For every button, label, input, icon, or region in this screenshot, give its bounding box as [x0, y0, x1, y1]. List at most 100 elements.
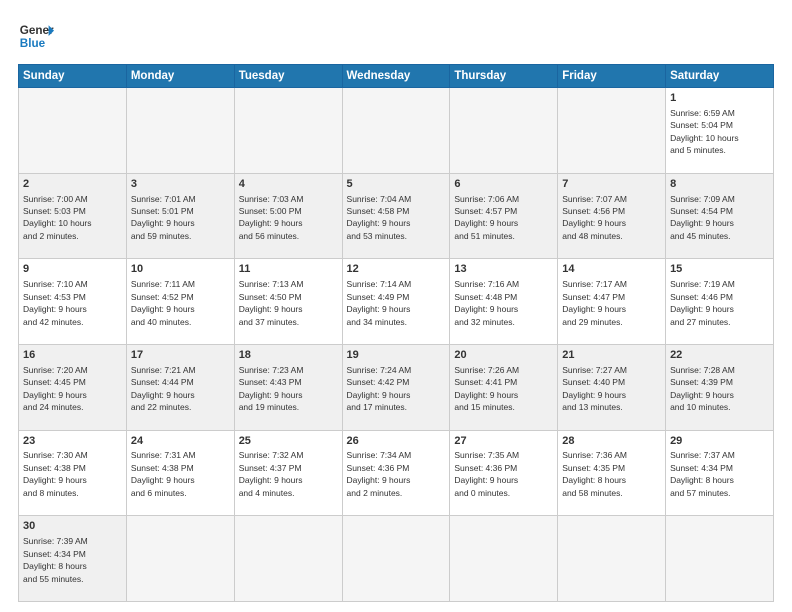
calendar-cell	[666, 516, 774, 602]
day-number: 25	[239, 434, 338, 449]
weekday-header-wednesday: Wednesday	[342, 65, 450, 88]
calendar-cell: 12 Sunrise: 7:14 AM Sunset: 4:49 PM Dayli…	[342, 259, 450, 345]
calendar-week-row: 2 Sunrise: 7:00 AM Sunset: 5:03 PM Daylig…	[19, 173, 774, 259]
page-header: General Blue	[18, 18, 774, 54]
day-number: 18	[239, 348, 338, 363]
day-number: 28	[562, 434, 661, 449]
calendar-cell: 20 Sunrise: 7:26 AM Sunset: 4:41 PM Dayli…	[450, 344, 558, 430]
day-number: 16	[23, 348, 122, 363]
day-info: Sunrise: 7:07 AM Sunset: 4:56 PM Dayligh…	[562, 194, 627, 241]
weekday-header-sunday: Sunday	[19, 65, 127, 88]
day-number: 4	[239, 177, 338, 192]
day-info: Sunrise: 7:30 AM Sunset: 4:38 PM Dayligh…	[23, 450, 88, 497]
day-number: 12	[347, 262, 446, 277]
calendar-cell: 2 Sunrise: 7:00 AM Sunset: 5:03 PM Daylig…	[19, 173, 127, 259]
calendar-cell: 9 Sunrise: 7:10 AM Sunset: 4:53 PM Daylig…	[19, 259, 127, 345]
calendar-cell	[450, 88, 558, 174]
day-number: 3	[131, 177, 230, 192]
day-info: Sunrise: 7:03 AM Sunset: 5:00 PM Dayligh…	[239, 194, 304, 241]
day-number: 1	[670, 91, 769, 106]
day-number: 22	[670, 348, 769, 363]
calendar-cell: 25Sunrise: 7:32 AM Sunset: 4:37 PM Dayli…	[234, 430, 342, 516]
day-info: Sunrise: 7:36 AM Sunset: 4:35 PM Dayligh…	[562, 450, 627, 497]
day-info: Sunrise: 7:23 AM Sunset: 4:43 PM Dayligh…	[239, 365, 304, 412]
calendar-cell: 29Sunrise: 7:37 AM Sunset: 4:34 PM Dayli…	[666, 430, 774, 516]
calendar-cell	[450, 516, 558, 602]
day-number: 9	[23, 262, 122, 277]
svg-text:Blue: Blue	[20, 37, 46, 50]
calendar-week-row: 16 Sunrise: 7:20 AM Sunset: 4:45 PM Dayli…	[19, 344, 774, 430]
day-number: 26	[347, 434, 446, 449]
calendar-cell	[558, 88, 666, 174]
day-info: Sunrise: 7:21 AM Sunset: 4:44 PM Dayligh…	[131, 365, 196, 412]
day-info: Sunrise: 7:00 AM Sunset: 5:03 PM Dayligh…	[23, 194, 92, 241]
day-info: Sunrise: 7:32 AM Sunset: 4:37 PM Dayligh…	[239, 450, 304, 497]
calendar-cell: 17Sunrise: 7:21 AM Sunset: 4:44 PM Dayli…	[126, 344, 234, 430]
calendar-cell: 18 Sunrise: 7:23 AM Sunset: 4:43 PM Dayli…	[234, 344, 342, 430]
weekday-header-thursday: Thursday	[450, 65, 558, 88]
weekday-header-saturday: Saturday	[666, 65, 774, 88]
calendar-cell: 30 Sunrise: 7:39 AM Sunset: 4:34 PM Dayli…	[19, 516, 127, 602]
day-number: 5	[347, 177, 446, 192]
day-info: Sunrise: 7:31 AM Sunset: 4:38 PM Dayligh…	[131, 450, 196, 497]
day-info: Sunrise: 7:10 AM Sunset: 4:53 PM Dayligh…	[23, 279, 88, 326]
calendar-week-row: 1 Sunrise: 6:59 AM Sunset: 5:04 PM Daylig…	[19, 88, 774, 174]
calendar-cell: 14Sunrise: 7:17 AM Sunset: 4:47 PM Dayli…	[558, 259, 666, 345]
weekday-header-tuesday: Tuesday	[234, 65, 342, 88]
calendar-cell: 21 Sunrise: 7:27 AM Sunset: 4:40 PM Dayli…	[558, 344, 666, 430]
day-info: Sunrise: 7:20 AM Sunset: 4:45 PM Dayligh…	[23, 365, 88, 412]
day-info: Sunrise: 7:39 AM Sunset: 4:34 PM Dayligh…	[23, 536, 88, 583]
day-info: Sunrise: 7:26 AM Sunset: 4:41 PM Dayligh…	[454, 365, 519, 412]
calendar-cell	[234, 516, 342, 602]
day-info: Sunrise: 7:35 AM Sunset: 4:36 PM Dayligh…	[454, 450, 519, 497]
calendar-cell: 24Sunrise: 7:31 AM Sunset: 4:38 PM Dayli…	[126, 430, 234, 516]
day-info: Sunrise: 7:19 AM Sunset: 4:46 PM Dayligh…	[670, 279, 735, 326]
calendar-cell	[19, 88, 127, 174]
day-info: Sunrise: 7:24 AM Sunset: 4:42 PM Dayligh…	[347, 365, 412, 412]
day-info: Sunrise: 7:27 AM Sunset: 4:40 PM Dayligh…	[562, 365, 627, 412]
day-info: Sunrise: 6:59 AM Sunset: 5:04 PM Dayligh…	[670, 108, 739, 155]
day-number: 21	[562, 348, 661, 363]
day-number: 10	[131, 262, 230, 277]
calendar-cell: 28Sunrise: 7:36 AM Sunset: 4:35 PM Dayli…	[558, 430, 666, 516]
day-number: 29	[670, 434, 769, 449]
calendar-cell: 23Sunrise: 7:30 AM Sunset: 4:38 PM Dayli…	[19, 430, 127, 516]
day-number: 13	[454, 262, 553, 277]
calendar-cell	[558, 516, 666, 602]
day-number: 2	[23, 177, 122, 192]
day-info: Sunrise: 7:09 AM Sunset: 4:54 PM Dayligh…	[670, 194, 735, 241]
day-info: Sunrise: 7:13 AM Sunset: 4:50 PM Dayligh…	[239, 279, 304, 326]
calendar-cell: 15Sunrise: 7:19 AM Sunset: 4:46 PM Dayli…	[666, 259, 774, 345]
day-number: 14	[562, 262, 661, 277]
calendar-cell: 19Sunrise: 7:24 AM Sunset: 4:42 PM Dayli…	[342, 344, 450, 430]
day-number: 8	[670, 177, 769, 192]
logo: General Blue	[18, 18, 54, 54]
calendar-cell: 7 Sunrise: 7:07 AM Sunset: 4:56 PM Daylig…	[558, 173, 666, 259]
day-number: 30	[23, 519, 122, 534]
weekday-header-monday: Monday	[126, 65, 234, 88]
calendar-cell: 27Sunrise: 7:35 AM Sunset: 4:36 PM Dayli…	[450, 430, 558, 516]
calendar-cell: 10 Sunrise: 7:11 AM Sunset: 4:52 PM Dayli…	[126, 259, 234, 345]
day-info: Sunrise: 7:06 AM Sunset: 4:57 PM Dayligh…	[454, 194, 519, 241]
day-info: Sunrise: 7:34 AM Sunset: 4:36 PM Dayligh…	[347, 450, 412, 497]
day-info: Sunrise: 7:04 AM Sunset: 4:58 PM Dayligh…	[347, 194, 412, 241]
calendar-cell	[126, 88, 234, 174]
calendar-cell: 22Sunrise: 7:28 AM Sunset: 4:39 PM Dayli…	[666, 344, 774, 430]
calendar-cell: 3Sunrise: 7:01 AM Sunset: 5:01 PM Daylig…	[126, 173, 234, 259]
calendar-cell: 8 Sunrise: 7:09 AM Sunset: 4:54 PM Daylig…	[666, 173, 774, 259]
calendar-cell	[234, 88, 342, 174]
day-number: 24	[131, 434, 230, 449]
day-number: 6	[454, 177, 553, 192]
weekday-header-friday: Friday	[558, 65, 666, 88]
day-number: 7	[562, 177, 661, 192]
day-number: 20	[454, 348, 553, 363]
calendar-cell	[342, 88, 450, 174]
calendar-cell: 16 Sunrise: 7:20 AM Sunset: 4:45 PM Dayli…	[19, 344, 127, 430]
day-info: Sunrise: 7:11 AM Sunset: 4:52 PM Dayligh…	[131, 279, 195, 326]
day-number: 11	[239, 262, 338, 277]
calendar-cell: 26Sunrise: 7:34 AM Sunset: 4:36 PM Dayli…	[342, 430, 450, 516]
calendar-week-row: 23Sunrise: 7:30 AM Sunset: 4:38 PM Dayli…	[19, 430, 774, 516]
day-info: Sunrise: 7:14 AM Sunset: 4:49 PM Dayligh…	[347, 279, 412, 326]
calendar-cell: 4 Sunrise: 7:03 AM Sunset: 5:00 PM Daylig…	[234, 173, 342, 259]
calendar-week-row: 9 Sunrise: 7:10 AM Sunset: 4:53 PM Daylig…	[19, 259, 774, 345]
